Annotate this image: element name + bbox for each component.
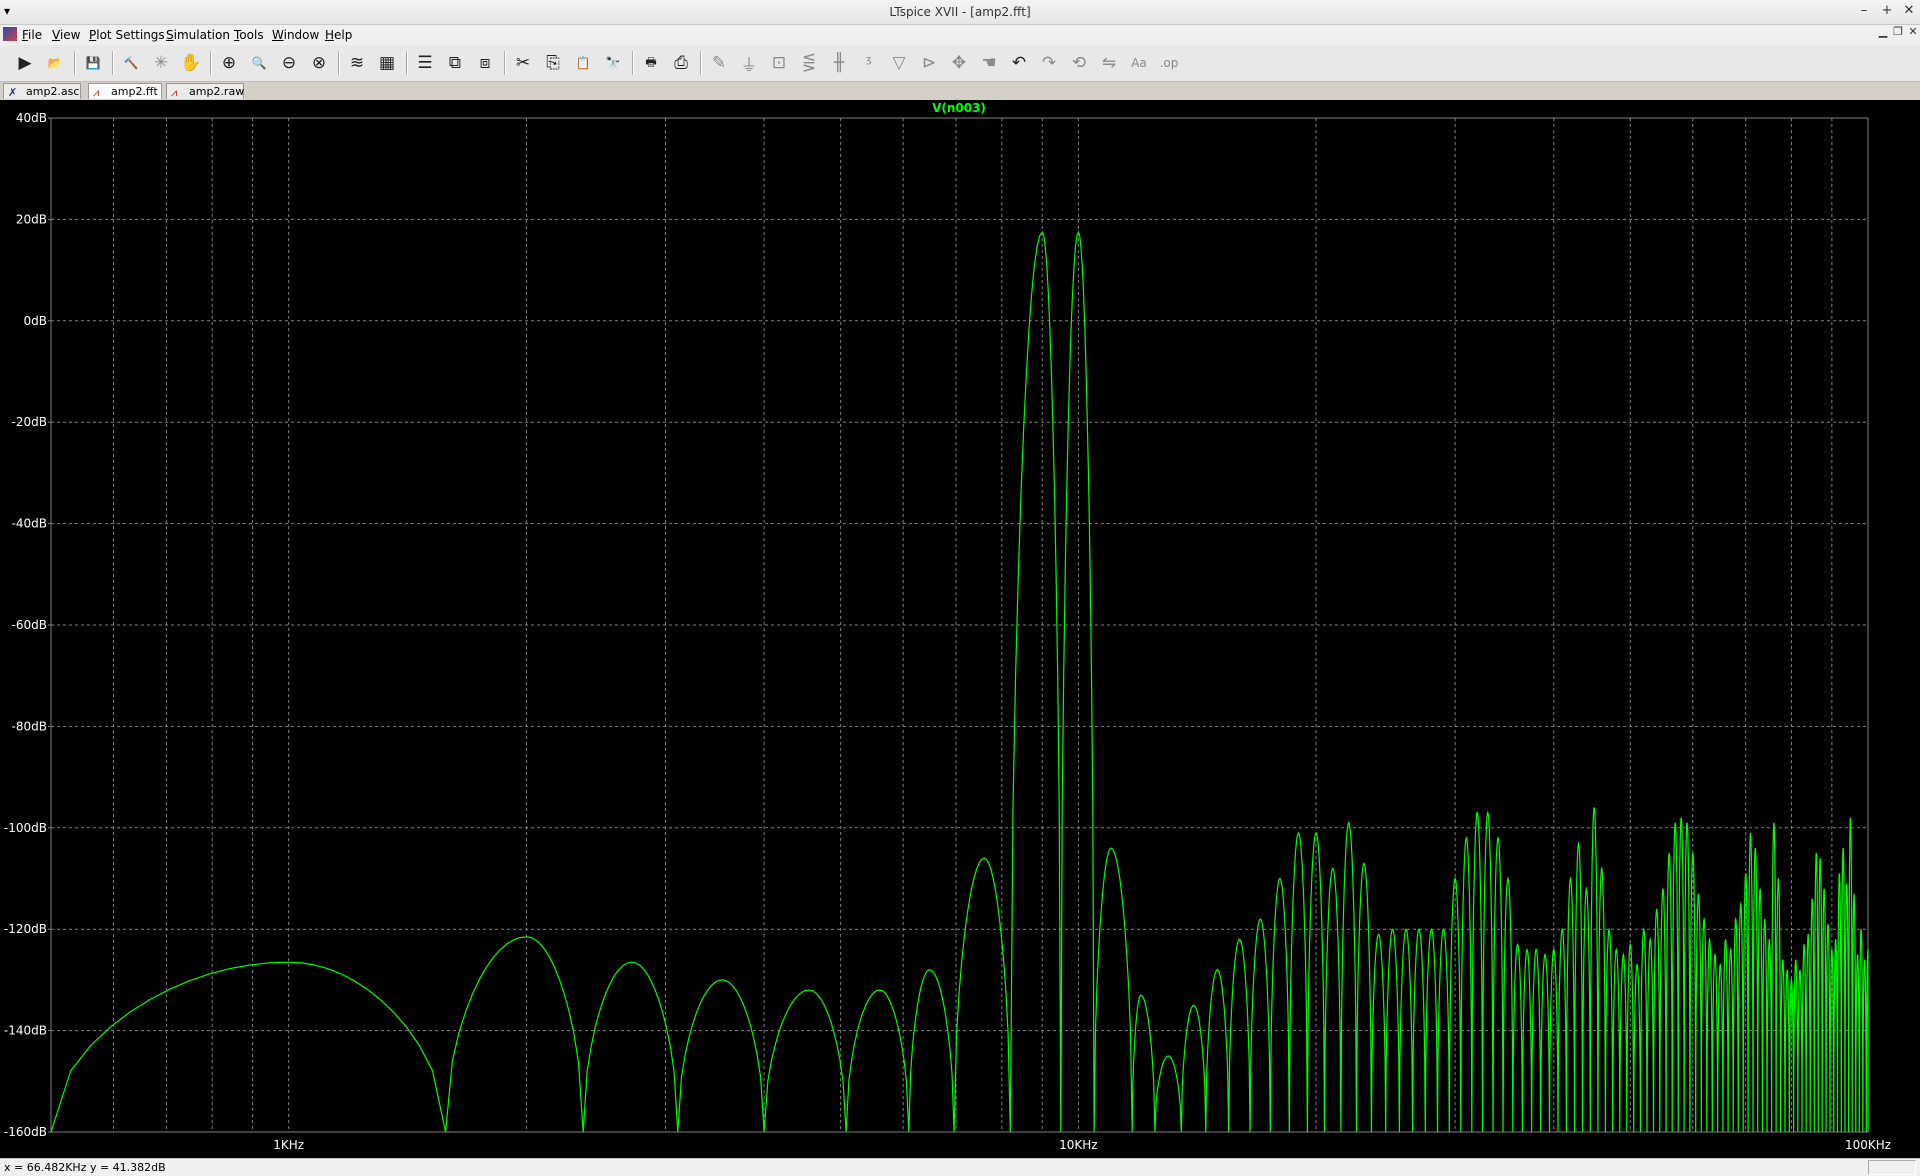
control-panel-icon[interactable]: 🔨: [118, 50, 144, 76]
menu-file[interactable]: File: [22, 28, 42, 42]
cut-icon[interactable]: ✂: [510, 50, 536, 76]
tile-vertical-icon[interactable]: ⧈: [472, 50, 498, 76]
trace-v-n003[interactable]: [50, 230, 1869, 1133]
title-bar: ▾ LTspice XVII - [amp2.fft] – + ✕: [0, 0, 1920, 25]
toolbar-separator: [112, 51, 114, 75]
x-tick-label: 100KHz: [1845, 1138, 1891, 1152]
zoom-fit-icon[interactable]: 🔍: [246, 50, 272, 76]
tile-horizontal-icon[interactable]: ☰: [412, 50, 438, 76]
toolbar-separator: [504, 51, 506, 75]
undo-icon[interactable]: ↶: [1006, 50, 1032, 76]
grid: [50, 117, 1869, 1133]
y-tick-label: -20dB: [12, 415, 47, 429]
zoom-area-icon[interactable]: ⊕: [216, 50, 242, 76]
copy-icon[interactable]: ⎘: [540, 50, 566, 76]
mdi-minimize-button[interactable]: ▁: [1876, 25, 1890, 38]
fft-plot[interactable]: 40dB 20dB 0dB -20dB -40dB -60dB -80dB -100dB -12…: [0, 100, 1920, 1158]
mdi-close-button[interactable]: ✕: [1906, 25, 1920, 38]
trace-label[interactable]: V(n003): [932, 101, 986, 115]
cascade-icon[interactable]: ⧉: [442, 50, 468, 76]
open-icon[interactable]: 📂: [42, 50, 68, 76]
paste-icon[interactable]: 📋: [570, 50, 596, 76]
toolbar-separator: [338, 51, 340, 75]
drag-icon[interactable]: ☚: [976, 50, 1002, 76]
zoom-cancel-icon[interactable]: ⊗: [306, 50, 332, 76]
waveform-icon: ⩘: [171, 86, 178, 99]
y-tick-label: 0dB: [24, 314, 47, 328]
tab-label: amp2.asc: [26, 85, 80, 98]
status-panel: [1868, 1160, 1916, 1175]
toolbar: ▶ 📂 💾 🔨 ✳ ✋ ⊕ 🔍 ⊖ ⊗ ≋ ▦ ☰ ⧉ ⧈ ✂ ⎘ 📋 🔭 🖶 ⎙ ✎ ⏚ ⊡ ⋚ ╫ ᶾ ▽ ⊳ ✥ ☚ ↶ ↷ ⟲ ⇋ Aa .op: [0, 45, 1920, 82]
schematic-icon: ✗: [8, 86, 18, 99]
zoom-out-icon[interactable]: ⊖: [276, 50, 302, 76]
label-net-icon[interactable]: ⊡: [766, 50, 792, 76]
x-tick-label: 1KHz: [273, 1138, 304, 1152]
text-icon[interactable]: Aa: [1126, 50, 1152, 76]
y-tick-label: -100dB: [4, 821, 47, 835]
y-tick-label: -160dB: [4, 1125, 47, 1139]
document-tabs: ✗ amp2.asc ⩘ amp2.fft ⩘ amp2.raw: [0, 82, 1920, 100]
pan-icon[interactable]: ✋: [178, 50, 204, 76]
menu-simulation[interactable]: Simulation: [166, 28, 230, 42]
inductor-icon[interactable]: ᶾ: [856, 50, 882, 76]
tab-amp2-asc[interactable]: ✗ amp2.asc: [3, 83, 81, 99]
x-axis: 1KHz 10KHz 100KHz: [273, 1138, 1891, 1152]
rotate-icon[interactable]: ⟲: [1066, 50, 1092, 76]
y-tick-label: -80dB: [12, 719, 47, 733]
print-icon[interactable]: 🖶: [638, 50, 664, 76]
toolbar-separator: [406, 51, 408, 75]
ground-icon[interactable]: ⏚: [736, 50, 762, 76]
save-icon[interactable]: 💾: [80, 50, 106, 76]
cursor-readout: x = 66.482KHz y = 41.382dB: [4, 1161, 166, 1174]
tab-amp2-fft[interactable]: ⩘ amp2.fft: [88, 83, 162, 99]
run-icon[interactable]: ▶: [12, 50, 38, 76]
y-tick-label: -120dB: [4, 922, 47, 936]
waveform-icon: ⩘: [93, 86, 100, 99]
waveform-plot-pane[interactable]: 40dB 20dB 0dB -20dB -40dB -60dB -80dB -100dB -12…: [0, 100, 1920, 1158]
resistor-icon[interactable]: ⋚: [796, 50, 822, 76]
spice-directive-icon[interactable]: .op: [1156, 50, 1182, 76]
menu-tools[interactable]: Tools: [234, 28, 264, 42]
halt-icon[interactable]: ✳: [148, 50, 174, 76]
wire-icon[interactable]: ✎: [706, 50, 732, 76]
find-icon[interactable]: 🔭: [600, 50, 626, 76]
status-bar: x = 66.482KHz y = 41.382dB: [0, 1158, 1920, 1176]
menu-help[interactable]: Help: [325, 28, 352, 42]
toolbar-separator: [632, 51, 634, 75]
tab-label: amp2.raw: [189, 85, 245, 98]
move-icon[interactable]: ✥: [946, 50, 972, 76]
mirror-icon[interactable]: ⇋: [1096, 50, 1122, 76]
redo-icon[interactable]: ↷: [1036, 50, 1062, 76]
print-setup-icon[interactable]: ⎙: [668, 50, 694, 76]
maximize-button[interactable]: +: [1878, 3, 1896, 18]
toolbar-separator: [74, 51, 76, 75]
y-tick-label: -40dB: [12, 517, 47, 531]
component-icon[interactable]: ⊳: [916, 50, 942, 76]
x-tick-label: 10KHz: [1059, 1138, 1097, 1152]
menu-plot-settings[interactable]: Plot Settings: [89, 28, 165, 42]
y-tick-label: -60dB: [12, 618, 47, 632]
y-tick-label: -140dB: [4, 1024, 47, 1038]
toolbar-separator: [700, 51, 702, 75]
toolbar-separator: [210, 51, 212, 75]
mdi-restore-button[interactable]: ❐: [1891, 25, 1905, 38]
diode-icon[interactable]: ▽: [886, 50, 912, 76]
app-icon[interactable]: [3, 27, 17, 41]
menu-bar: File View Plot Settings Simulation Tools…: [0, 25, 1920, 45]
y-tick-label: 20dB: [16, 212, 47, 226]
y-axis: 40dB 20dB 0dB -20dB -40dB -60dB -80dB -100dB -12…: [4, 111, 51, 1139]
menu-window[interactable]: Window: [272, 28, 319, 42]
menu-view[interactable]: View: [52, 28, 80, 42]
tab-label: amp2.fft: [111, 85, 158, 98]
autorange-icon[interactable]: ≋: [344, 50, 370, 76]
close-button[interactable]: ✕: [1900, 3, 1918, 18]
tab-amp2-raw[interactable]: ⩘ amp2.raw: [166, 83, 244, 99]
window-title: LTspice XVII - [amp2.fft]: [889, 5, 1031, 19]
y-tick-label: 40dB: [16, 111, 47, 125]
capacitor-icon[interactable]: ╫: [826, 50, 852, 76]
fit-plot-icon[interactable]: ▦: [374, 50, 400, 76]
minimize-button[interactable]: –: [1855, 3, 1873, 18]
